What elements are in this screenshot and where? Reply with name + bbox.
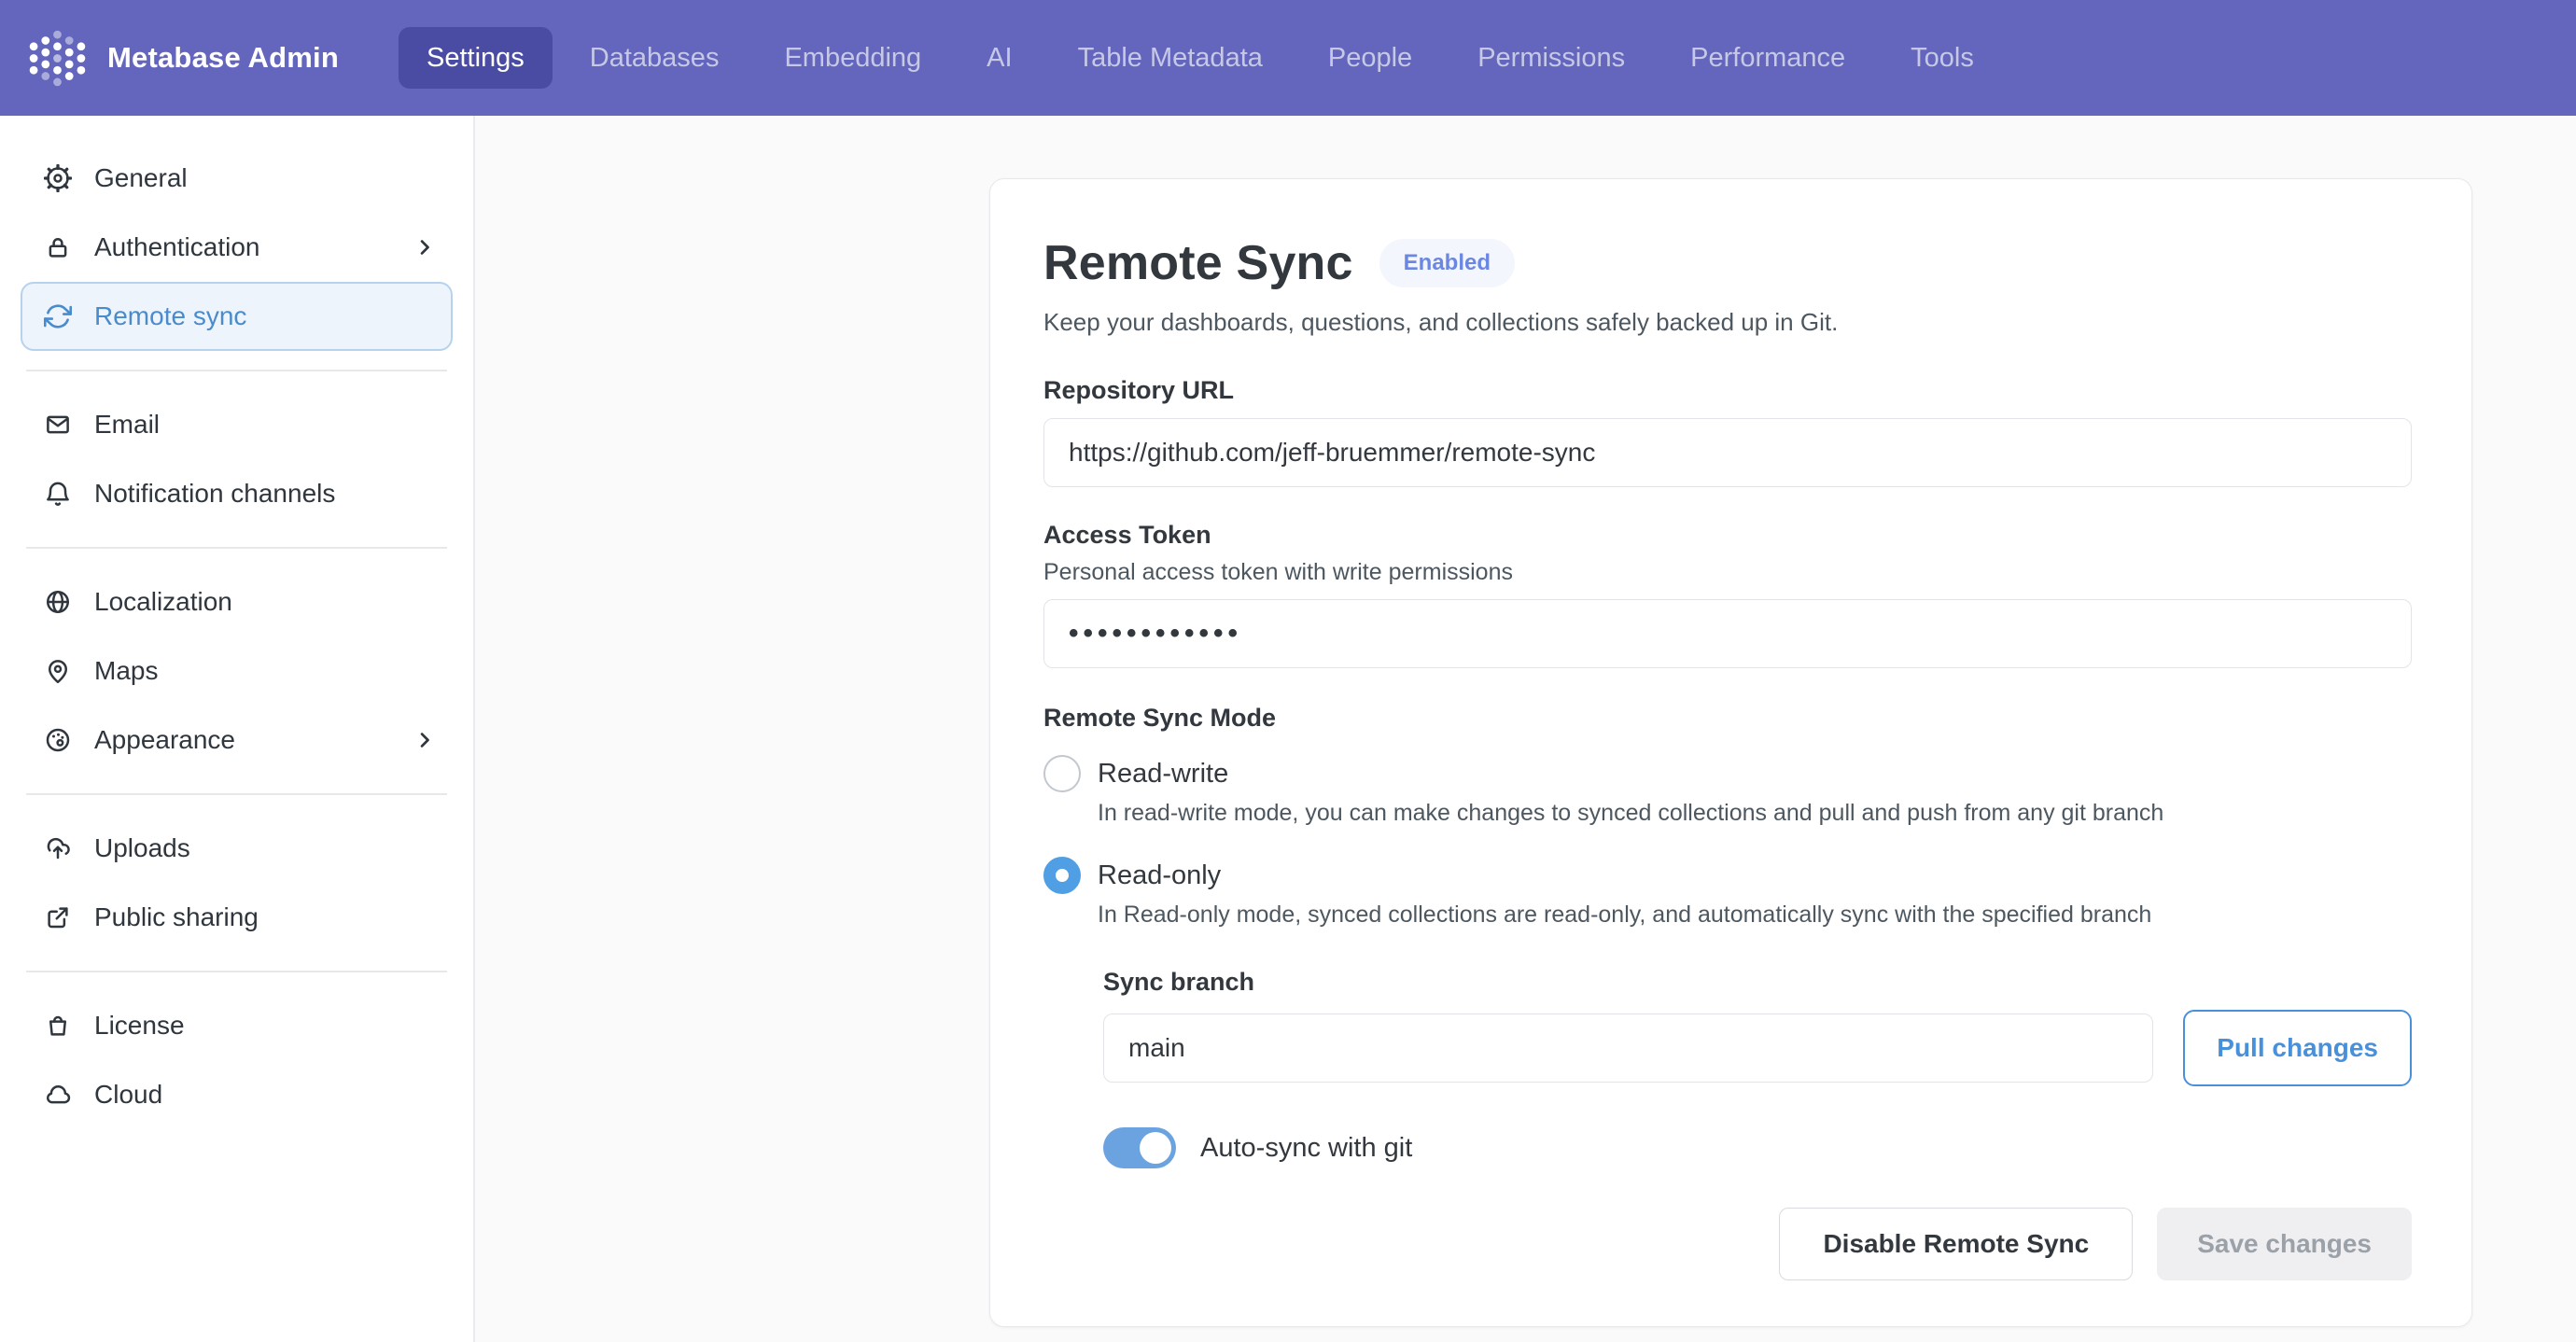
sync-branch-label: Sync branch (1103, 968, 2412, 997)
repository-url-input[interactable] (1043, 418, 2412, 487)
sidebar-item-label: Remote sync (94, 301, 246, 331)
nav-tab-performance[interactable]: Performance (1662, 27, 1873, 89)
toggle-knob (1140, 1132, 1171, 1164)
sidebar-item-remote-sync[interactable]: Remote sync (21, 282, 453, 351)
access-token-label: Access Token (1043, 521, 2412, 550)
read-write-label: Read-write (1098, 759, 1228, 790)
pin-icon (44, 657, 72, 685)
sidebar-divider (26, 547, 447, 549)
read-write-description: In read-write mode, you can make changes… (1098, 800, 2412, 827)
nav-tab-ai[interactable]: AI (959, 27, 1040, 89)
remote-sync-card: Remote Sync Enabled Keep your dashboards… (989, 178, 2472, 1327)
page-description: Keep your dashboards, questions, and col… (1043, 308, 2412, 337)
mail-icon (44, 411, 72, 439)
disable-remote-sync-button[interactable]: Disable Remote Sync (1779, 1208, 2133, 1280)
sidebar-divider (26, 793, 447, 795)
lock-icon (44, 233, 72, 261)
sidebar-item-email[interactable]: Email (21, 390, 453, 459)
store-icon (44, 1012, 72, 1040)
brand: Metabase Admin (28, 29, 339, 88)
sidebar-item-label: General (94, 163, 188, 193)
read-write-radio[interactable] (1043, 755, 1081, 792)
chevron-right-icon (412, 234, 438, 260)
nav-tab-databases[interactable]: Databases (562, 27, 748, 89)
nav-tab-settings[interactable]: Settings (399, 27, 553, 89)
page-title: Remote Sync (1043, 235, 1353, 291)
nav-tab-table-metadata[interactable]: Table Metadata (1050, 27, 1291, 89)
sidebar-item-general[interactable]: General (21, 144, 453, 213)
sync-mode-label: Remote Sync Mode (1043, 704, 2412, 733)
cloud-upload-icon (44, 834, 72, 862)
chevron-right-icon (412, 727, 438, 753)
globe-icon (44, 588, 72, 616)
sidebar-item-label: Appearance (94, 725, 235, 755)
nav-tab-people[interactable]: People (1300, 27, 1440, 89)
sidebar-item-label: Public sharing (94, 902, 259, 932)
sidebar-item-maps[interactable]: Maps (21, 636, 453, 706)
status-badge: Enabled (1379, 239, 1515, 287)
sidebar-item-localization[interactable]: Localization (21, 567, 453, 636)
pull-changes-button[interactable]: Pull changes (2183, 1010, 2412, 1086)
nav-tab-tools[interactable]: Tools (1883, 27, 2002, 89)
sync-branch-section: Sync branch Pull changes Auto-sync with … (1103, 968, 2412, 1168)
sync-icon (44, 302, 72, 330)
sidebar-divider (26, 370, 447, 371)
admin-top-nav: Metabase Admin Settings Databases Embedd… (0, 0, 2576, 116)
share-icon (44, 903, 72, 931)
save-changes-button[interactable]: Save changes (2157, 1208, 2412, 1280)
card-footer: Disable Remote Sync Save changes (1043, 1208, 2412, 1280)
sidebar-item-label: Cloud (94, 1080, 162, 1110)
sidebar-item-notification-channels[interactable]: Notification channels (21, 459, 453, 528)
sidebar-item-uploads[interactable]: Uploads (21, 814, 453, 883)
sidebar-item-public-sharing[interactable]: Public sharing (21, 883, 453, 952)
sidebar-item-label: Uploads (94, 833, 190, 863)
cloud-icon (44, 1081, 72, 1109)
sidebar-item-authentication[interactable]: Authentication (21, 213, 453, 282)
metabase-logo-icon (28, 29, 87, 88)
nav-tab-embedding[interactable]: Embedding (756, 27, 949, 89)
settings-content: Remote Sync Enabled Keep your dashboards… (477, 116, 2576, 1342)
nav-tab-permissions[interactable]: Permissions (1449, 27, 1653, 89)
sidebar-item-license[interactable]: License (21, 991, 453, 1060)
sync-branch-input[interactable] (1103, 1013, 2153, 1083)
sync-mode-option-read-write: Read-write In read-write mode, you can m… (1043, 755, 2412, 827)
sidebar-item-label: Maps (94, 656, 158, 686)
auto-sync-label: Auto-sync with git (1200, 1133, 1412, 1164)
bell-icon (44, 480, 72, 508)
sync-mode-option-read-only: Read-only In Read-only mode, synced coll… (1043, 857, 2412, 929)
sidebar-item-label: License (94, 1011, 185, 1041)
sidebar-item-label: Notification channels (94, 479, 335, 509)
sidebar-divider (26, 971, 447, 972)
access-token-helper: Personal access token with write permiss… (1043, 559, 2412, 586)
sidebar-item-cloud[interactable]: Cloud (21, 1060, 453, 1129)
sidebar-item-label: Email (94, 410, 160, 440)
read-only-label: Read-only (1098, 860, 1221, 891)
sidebar-item-appearance[interactable]: Appearance (21, 706, 453, 775)
sidebar-item-label: Localization (94, 587, 232, 617)
admin-nav-tabs: Settings Databases Embedding AI Table Me… (399, 27, 2002, 89)
repository-url-label: Repository URL (1043, 376, 2412, 405)
read-only-description: In Read-only mode, synced collections ar… (1098, 902, 2412, 929)
gear-icon (44, 164, 72, 192)
palette-icon (44, 726, 72, 754)
access-token-input[interactable] (1043, 599, 2412, 668)
auto-sync-toggle[interactable] (1103, 1127, 1176, 1168)
settings-sidebar: General Authentication Remote sync (0, 116, 475, 1342)
brand-title: Metabase Admin (107, 41, 339, 75)
sidebar-item-label: Authentication (94, 232, 259, 262)
read-only-radio[interactable] (1043, 857, 1081, 894)
